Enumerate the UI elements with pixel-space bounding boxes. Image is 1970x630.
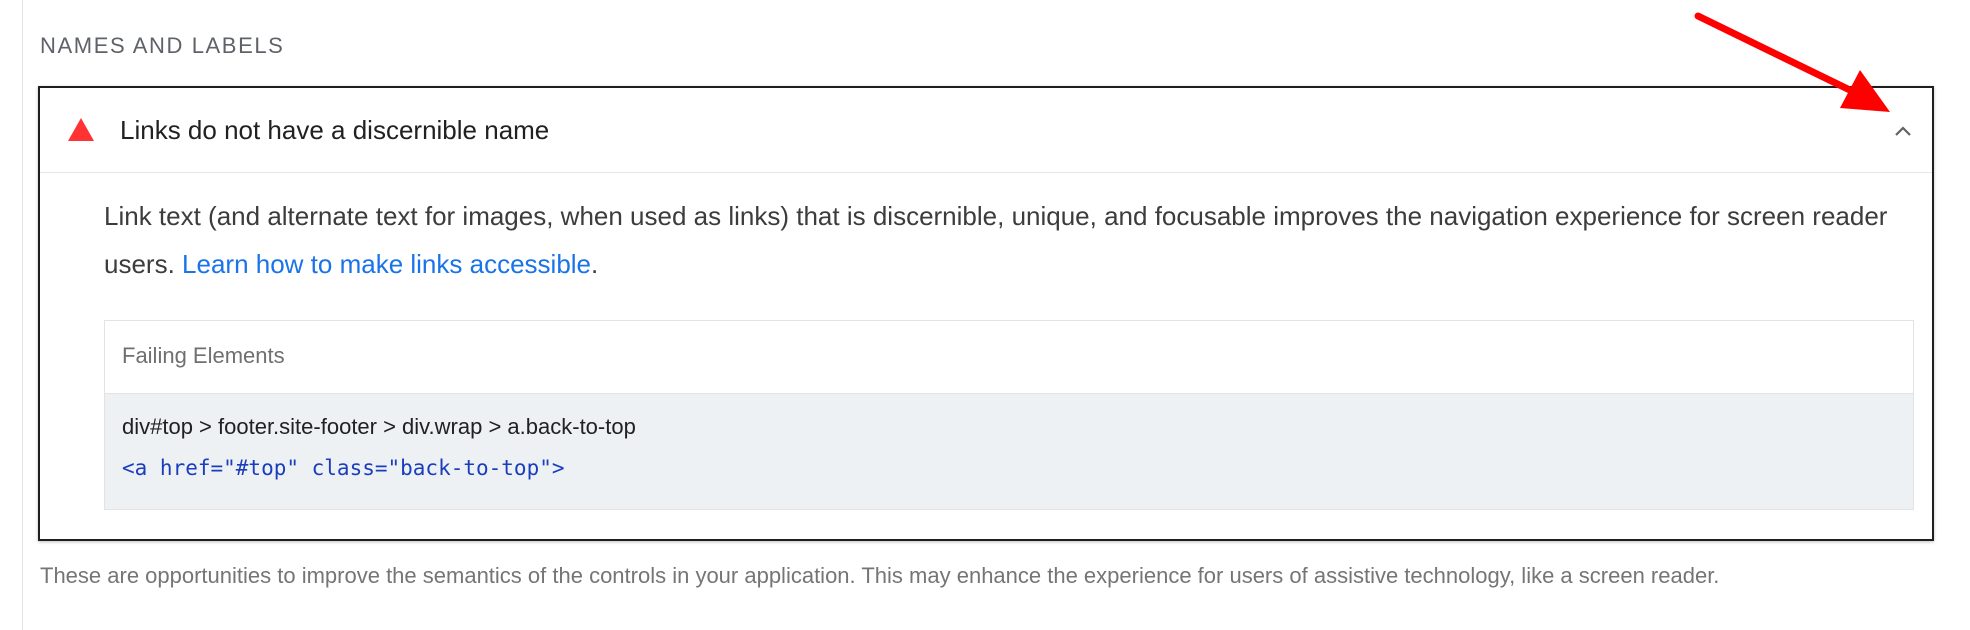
group-title: NAMES AND LABELS [40, 33, 285, 58]
audit-title: Links do not have a discernible name [120, 115, 550, 145]
learn-more-link[interactable]: Learn how to make links accessible [182, 249, 591, 279]
node-selector: div#top > footer.site-footer > div.wrap … [122, 414, 636, 439]
page-divider [22, 0, 23, 630]
audit-header[interactable]: Links do not have a discernible name [40, 88, 1932, 173]
chevron-up-icon[interactable] [1892, 120, 1914, 142]
table-row: div#top > footer.site-footer > div.wrap … [105, 394, 1913, 509]
table-header-label: Failing Elements [122, 343, 285, 368]
audit-description: Link text (and alternate text for images… [104, 192, 1894, 288]
audit-links-discernible-name: Links do not have a discernible name Lin… [38, 86, 1934, 541]
red-arrow-icon [1694, 12, 1890, 112]
accessibility-report-page: NAMES AND LABELS Links do not have a dis… [0, 0, 1970, 630]
group-description: These are opportunities to improve the s… [40, 563, 1720, 588]
fail-triangle-icon [68, 118, 94, 141]
failing-elements-table: Failing Elements div#top > footer.site-f… [104, 320, 1914, 510]
table-header: Failing Elements [105, 321, 1913, 394]
node-snippet: <a href="#top" class="back-to-top"> [122, 456, 565, 480]
audit-description-end: . [591, 249, 599, 279]
